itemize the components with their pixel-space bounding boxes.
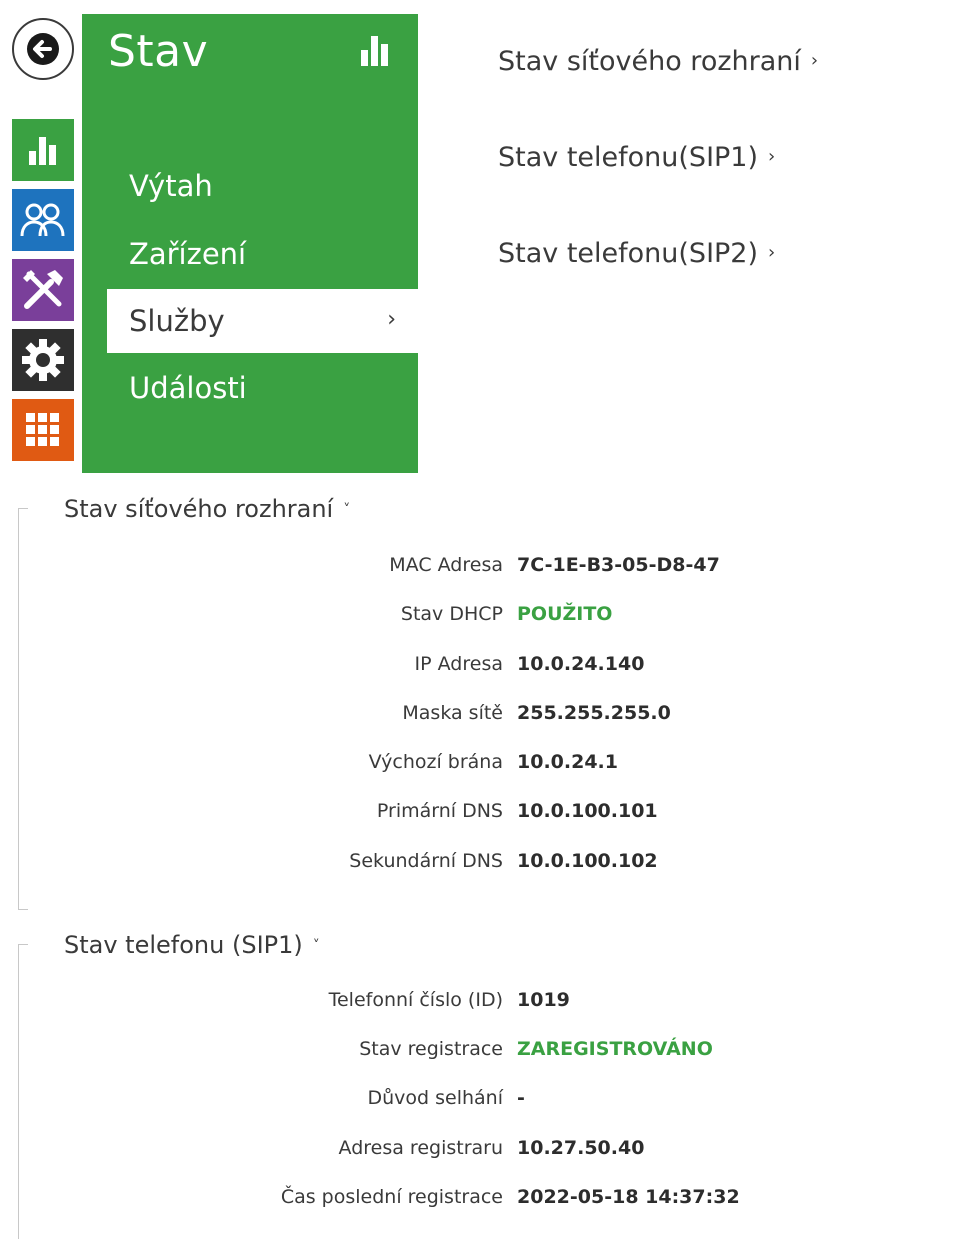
link-label: Stav telefonu(SIP1) (498, 142, 759, 173)
info-row: Telefonní číslo (ID) 1019 (0, 989, 980, 1019)
link-sip2-status[interactable]: Stav telefonu(SIP2) › (498, 238, 775, 269)
link-label: Stav síťového rozhraní (498, 46, 801, 77)
info-row: Stav registrace ZAREGISTROVÁNO (0, 1038, 980, 1068)
menu-item-label: Zařízení (129, 237, 247, 271)
info-label: Telefonní číslo (ID) (328, 989, 503, 1011)
chevron-down-icon: ˅ (312, 938, 320, 954)
info-row: Stav DHCP POUŽITO (0, 603, 980, 633)
tools-icon (23, 270, 63, 309)
nav-status-button[interactable] (12, 119, 74, 181)
menu-item-zarizeni[interactable]: Zařízení (107, 222, 418, 286)
section-title-sip1[interactable]: Stav telefonu (SIP1) ˅ (64, 931, 320, 959)
info-row: Důvod selhání - (0, 1087, 980, 1117)
info-label: Maska sítě (402, 702, 503, 724)
page: Stav Výtah Zařízení Služby › Události St… (0, 0, 980, 1239)
info-value: 255.255.255.0 (517, 702, 671, 724)
link-sip1-status[interactable]: Stav telefonu(SIP1) › (498, 142, 775, 173)
status-badge: POUŽITO (517, 603, 613, 625)
section-title-label: Stav telefonu (SIP1) (64, 931, 303, 959)
info-label: Čas poslední registrace (280, 1186, 503, 1208)
info-row: Primární DNS 10.0.100.101 (0, 800, 980, 830)
section-title-network[interactable]: Stav síťového rozhraní ˅ (64, 495, 350, 523)
back-button[interactable] (12, 18, 74, 80)
menu-item-sluzby[interactable]: Služby › (107, 289, 418, 353)
info-value: 10.0.100.102 (517, 850, 658, 872)
info-label: Stav registrace (359, 1038, 503, 1060)
info-label: Stav DHCP (400, 603, 503, 625)
menu-item-label: Služby (129, 304, 225, 338)
link-network-status[interactable]: Stav síťového rozhraní › (498, 46, 818, 77)
info-row: Adresa registraru 10.27.50.40 (0, 1137, 980, 1167)
nav-settings-button[interactable] (12, 329, 74, 391)
info-row: Maska sítě 255.255.255.0 (0, 702, 980, 732)
users-icon (20, 203, 65, 237)
info-value: 1019 (517, 989, 570, 1011)
info-value: 10.0.24.1 (517, 751, 618, 773)
grid-icon (26, 413, 59, 446)
info-value: 10.0.100.101 (517, 800, 658, 822)
info-label: Výchozí brána (368, 751, 503, 773)
info-row: Sekundární DNS 10.0.100.102 (0, 850, 980, 880)
info-row: Čas poslední registrace 2022-05-18 14:37… (0, 1186, 980, 1216)
chevron-right-icon: › (768, 146, 776, 167)
info-value: 10.27.50.40 (517, 1137, 645, 1159)
menu-item-vytah[interactable]: Výtah (107, 154, 418, 218)
info-label: Sekundární DNS (349, 850, 503, 872)
info-row: Výchozí brána 10.0.24.1 (0, 751, 980, 781)
info-label: Adresa registraru (338, 1137, 503, 1159)
info-row: MAC Adresa 7C-1E-B3-05-D8-47 (0, 554, 980, 584)
info-value: 10.0.24.140 (517, 653, 645, 675)
arrow-left-icon (27, 33, 59, 65)
bar-chart-icon (358, 34, 392, 72)
nav-users-button[interactable] (12, 189, 74, 251)
chevron-right-icon: › (810, 50, 819, 71)
chevron-right-icon: › (387, 307, 396, 332)
nav-tools-button[interactable] (12, 259, 74, 321)
chevron-down-icon: ˅ (343, 502, 351, 518)
info-row: IP Adresa 10.0.24.140 (0, 653, 980, 683)
nav-apps-button[interactable] (12, 399, 74, 461)
info-label: MAC Adresa (389, 554, 503, 576)
section-title-label: Stav síťového rozhraní (64, 495, 334, 523)
info-value: 2022-05-18 14:37:32 (517, 1186, 740, 1208)
info-label: Primární DNS (376, 800, 503, 822)
info-value: - (517, 1087, 525, 1109)
menu-item-udalosti[interactable]: Události (107, 356, 418, 420)
bar-chart-icon (29, 137, 56, 165)
link-label: Stav telefonu(SIP2) (498, 238, 759, 269)
info-label: IP Adresa (414, 653, 503, 675)
status-badge: ZAREGISTROVÁNO (517, 1038, 713, 1060)
info-label: Důvod selhání (367, 1087, 503, 1109)
info-value: 7C-1E-B3-05-D8-47 (517, 554, 720, 576)
page-title: Stav (108, 26, 209, 77)
chevron-right-icon: › (768, 242, 776, 263)
menu-item-label: Výtah (129, 169, 213, 203)
submenu-panel: Stav Výtah Zařízení Služby › Události (82, 14, 418, 473)
menu-item-label: Události (129, 371, 247, 405)
gear-icon (22, 339, 64, 381)
